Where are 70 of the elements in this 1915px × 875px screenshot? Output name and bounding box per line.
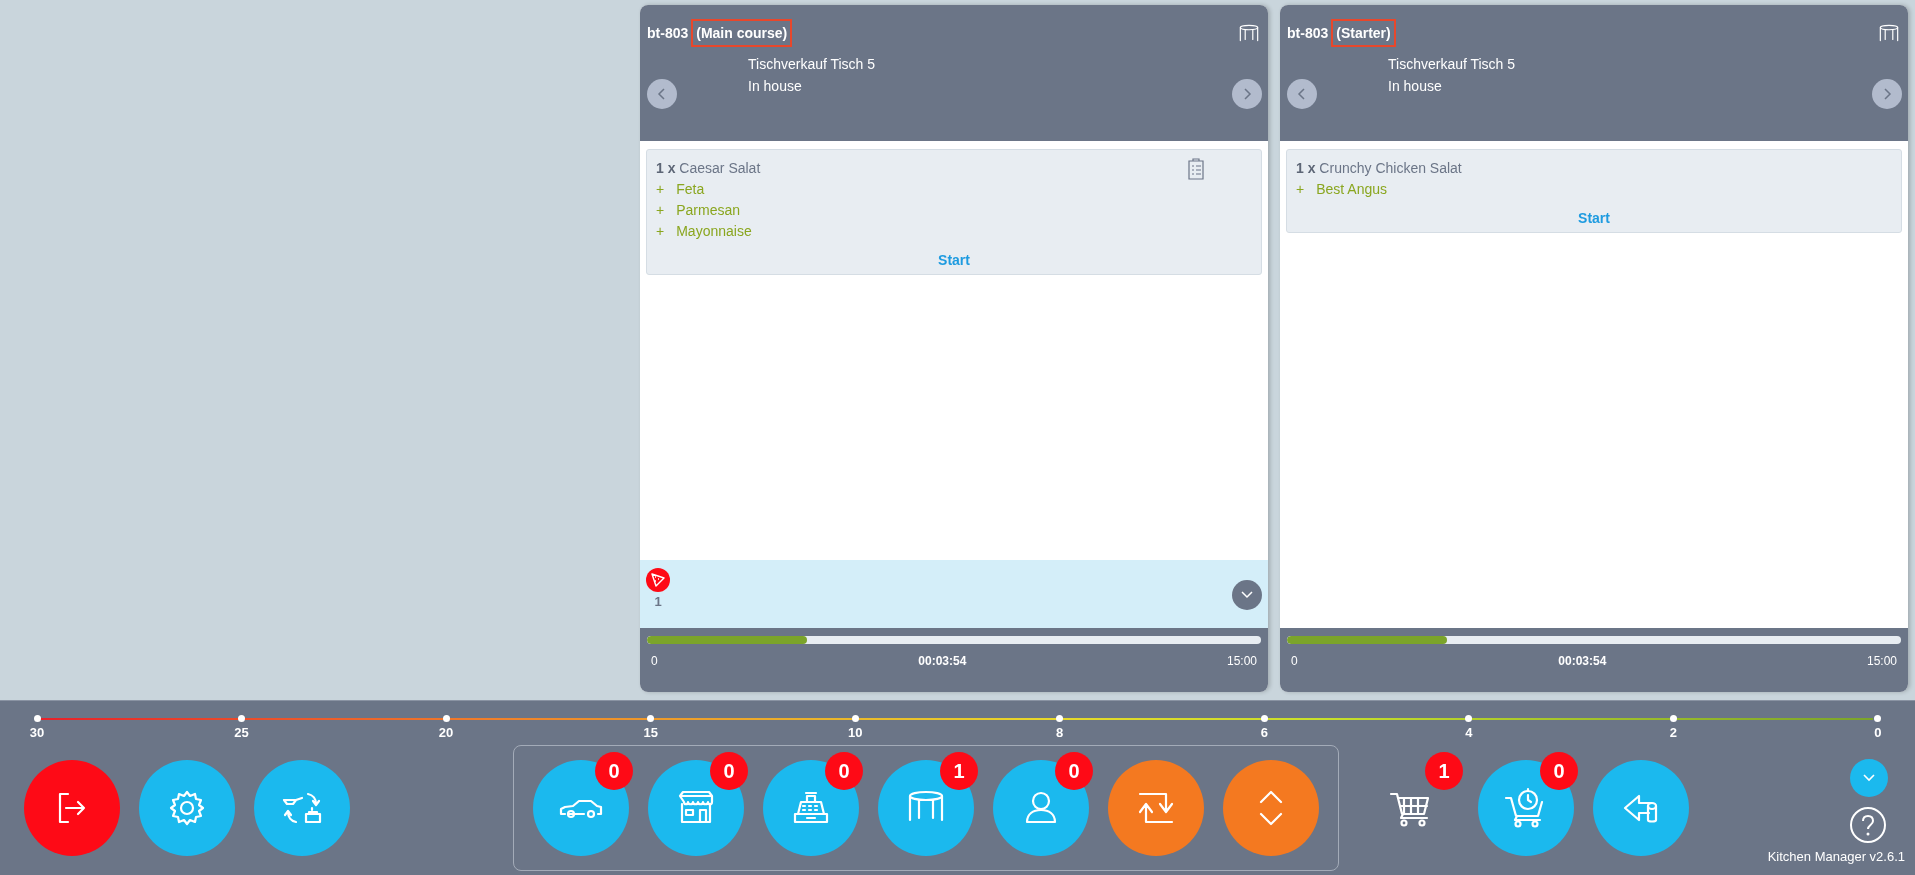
course-title: (Starter) [1331,19,1396,47]
timeline-dot [851,715,859,722]
count-badge: 0 [710,752,748,790]
progress-end: 15:00 [1866,654,1897,668]
timeline-label: 4 [1465,725,1473,740]
chevron-left-icon [657,87,667,101]
timeline-dot [1260,715,1268,722]
elapsed-time: 00:03:54 [1558,654,1607,668]
collapse-button[interactable] [1850,759,1888,797]
extra-ingredient: Parmesan [676,201,740,220]
count-badge: 0 [1540,752,1578,790]
item-line: 1 x Crunchy Chicken Salat [1296,159,1462,178]
order-mode: In house [748,77,803,96]
checklist-icon[interactable] [1187,158,1205,180]
count-badge: 0 [1055,752,1093,790]
chevron-down-icon [1863,774,1875,782]
timeline-label: 8 [1056,725,1064,740]
plus-sign: + [656,201,665,220]
timeline-label: 30 [29,725,45,740]
plus-sign: + [656,222,665,241]
progress-end: 15:00 [1226,654,1257,668]
timeline-dot [1874,715,1882,722]
extra-ingredient: Mayonnaise [676,222,752,241]
order-code: bt-803 [647,25,689,41]
timeline-label: 25 [234,725,249,740]
next-button[interactable] [1872,79,1902,109]
start-button[interactable]: Start [930,248,978,272]
item-line: 1 x Caesar Salat [656,159,761,178]
help-icon[interactable] [1849,806,1887,844]
expand-button[interactable] [1232,580,1262,610]
extra-ingredient: Best Angus [1316,180,1387,199]
plus-sign: + [1296,180,1305,199]
plus-sign: + [656,180,665,199]
timeline-dot [238,715,246,722]
timeline-label: 0 [1874,725,1882,740]
timeline-label: 2 [1669,725,1677,740]
start-button[interactable]: Start [1570,206,1618,230]
previous-button[interactable] [1287,79,1317,109]
order-code: bt-803 [1287,25,1329,41]
course-title: (Main course) [691,19,793,47]
pizza-icon[interactable] [646,568,670,592]
timeline-dot [33,715,41,722]
table-name: Tischverkauf Tisch 5 [748,55,877,74]
timeline-dot [1669,715,1677,722]
chevron-right-icon [1882,87,1892,101]
timeline-dot [442,715,450,722]
extra-ingredient: Feta [676,180,705,199]
timeline-dot [1056,715,1064,722]
chevron-left-icon [1297,87,1307,101]
chevron-right-icon [1242,87,1252,101]
chevron-down-icon [1241,591,1253,599]
previous-button[interactable] [647,79,677,109]
count-badge: 0 [595,752,633,790]
progress-start: 0 [651,654,658,668]
timeline-label: 10 [847,725,863,740]
timeline-label: 6 [1260,725,1268,740]
count-badge: 1 [1425,752,1463,790]
timeline-dot [647,715,655,722]
timeline-dot [1465,715,1473,722]
table-name: Tischverkauf Tisch 5 [1388,55,1517,74]
count-badge: 1 [940,752,978,790]
version-label: Kitchen Manager v2.6.1 [1767,849,1905,864]
next-button[interactable] [1232,79,1262,109]
progress-start: 0 [1291,654,1298,668]
elapsed-time: 00:03:54 [918,654,967,668]
count-badge: 0 [825,752,863,790]
timeline-label: 15 [643,725,658,740]
timeline-label: 20 [438,725,454,740]
alert-count: 1 [654,594,662,609]
order-mode: In house [1388,77,1443,96]
